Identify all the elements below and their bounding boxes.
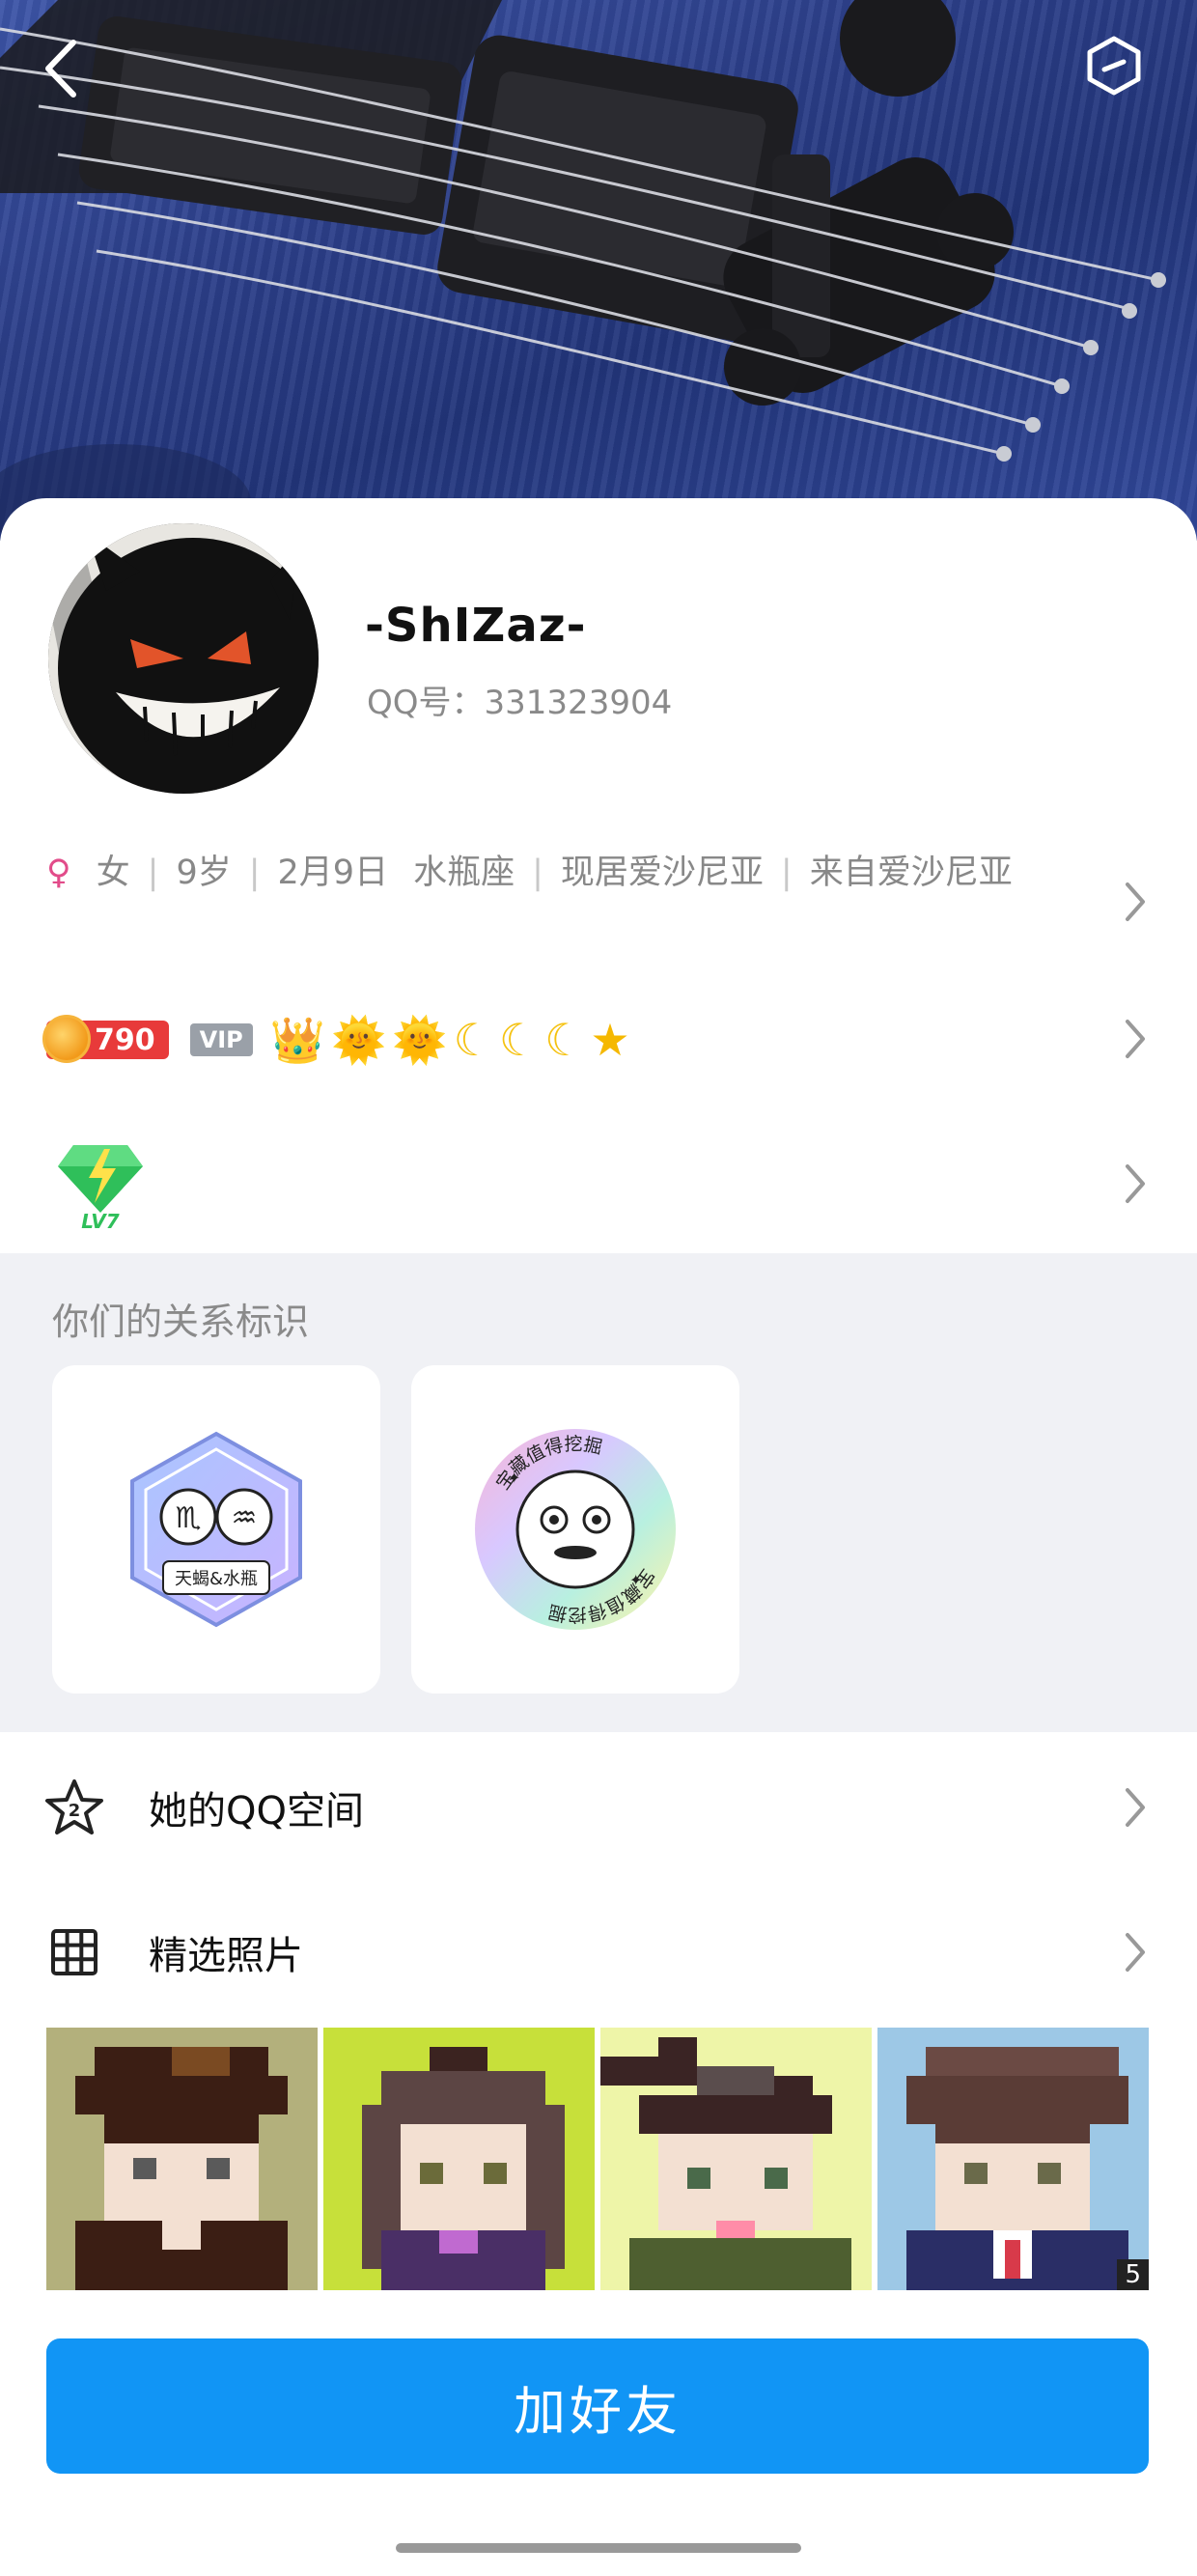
lv7-gem-badge[interactable]: LV7 xyxy=(54,1135,147,1233)
chevron-right-icon[interactable] xyxy=(1118,1010,1153,1068)
qq-number-row[interactable]: QQ号：331323904 xyxy=(367,676,672,723)
zodiac-scorpio-aquarius-badge: ♏ ♒ 天蝎&水瓶 xyxy=(130,1431,302,1628)
photo-thumbnail[interactable] xyxy=(600,2028,872,2290)
back-button[interactable] xyxy=(37,35,114,112)
crown-icon: 👑 xyxy=(269,1014,325,1066)
moon-icon: ☾ xyxy=(544,1014,585,1066)
grid-icon xyxy=(42,1920,106,1984)
coin-value: 790 xyxy=(95,1022,155,1057)
sun-icon: 🌞 xyxy=(331,1014,387,1066)
vip-badge: VIP xyxy=(189,1023,253,1056)
relation-title: 你们的关系标识 xyxy=(52,1301,310,1343)
divider: | xyxy=(147,854,159,892)
photo-thumbnail[interactable] xyxy=(46,2028,318,2290)
svg-text:2: 2 xyxy=(69,1801,81,1821)
cover-photo[interactable] xyxy=(0,0,1197,541)
featured-photos-row[interactable]: 精选照片 xyxy=(0,1894,1197,2010)
moon-icon: ☾ xyxy=(453,1014,493,1066)
svg-text:♒: ♒ xyxy=(232,1501,258,1535)
zodiac-text: 水瓶座 xyxy=(413,854,515,892)
divider: | xyxy=(248,854,261,892)
photo-thumbnail[interactable]: 5 xyxy=(877,2028,1149,2290)
badge-row[interactable]: 790 VIP 👑 🌞 🌞 ☾ ☾ ☾ ★ xyxy=(42,1006,630,1074)
photo-strip: 5 xyxy=(46,2028,1149,2290)
female-icon: ♀ xyxy=(46,854,71,892)
coin-badge: 790 xyxy=(42,1015,169,1063)
qzone-row[interactable]: 2 她的QQ空间 xyxy=(0,1750,1197,1865)
divider: | xyxy=(532,854,543,892)
qzone-label: 她的QQ空间 xyxy=(149,1789,364,1834)
avatar-image xyxy=(48,523,319,794)
chevron-right-icon[interactable] xyxy=(1118,873,1153,931)
lv-label: LV7 xyxy=(81,1210,119,1232)
birthday-text: 2月9日 xyxy=(277,854,389,892)
photo-thumbnail[interactable] xyxy=(323,2028,595,2290)
gender-text: 女 xyxy=(96,854,130,892)
profile-card: -ShIZaz- QQ号：331323904 ♀ 女 | 9岁 | 2月9日 水瓶座 | 现居爱… xyxy=(0,498,1197,2576)
svg-text:✦: ✦ xyxy=(508,1469,520,1487)
treasure-worth-digging-badge: 宝藏值得挖掘 宝藏值得挖掘 ✦ ✦ xyxy=(475,1429,676,1630)
sun-icon: 🌞 xyxy=(392,1014,448,1066)
divider: | xyxy=(780,854,793,892)
qq-level-icons: 👑 🌞 🌞 ☾ ☾ ☾ ★ xyxy=(270,1011,630,1069)
avatar[interactable] xyxy=(48,523,319,794)
guitar-illustration xyxy=(0,0,1166,541)
location-text: 现居爱沙尼亚 xyxy=(560,854,764,892)
photo-count-badge: 5 xyxy=(1117,2259,1149,2290)
featured-photos-label: 精选照片 xyxy=(149,1934,303,1978)
gem-icon: LV7 xyxy=(58,1145,143,1233)
qq-number-label: QQ号： xyxy=(367,684,485,722)
star-outline-icon: 2 xyxy=(42,1776,106,1839)
nickname: -ShIZaz- xyxy=(365,599,587,653)
age-text: 9岁 xyxy=(176,854,232,892)
add-friend-button[interactable]: 加好友 xyxy=(46,2338,1149,2474)
chevron-right-icon xyxy=(1118,1923,1153,1981)
qq-number: 331323904 xyxy=(484,684,673,722)
basic-info-row[interactable]: ♀ 女 | 9岁 | 2月9日 水瓶座 | 现居爱沙尼亚 | 来自爱沙尼亚 xyxy=(46,842,1070,904)
back-arrow-icon xyxy=(45,40,76,98)
shield-hexagon-icon xyxy=(1087,36,1141,96)
more-options-button[interactable] xyxy=(1083,35,1160,112)
coin-icon xyxy=(42,1015,91,1063)
profile-page: -ShIZaz- QQ号：331323904 ♀ 女 | 9岁 | 2月9日 水瓶座 | 现居爱… xyxy=(0,0,1197,2576)
star-icon: ★ xyxy=(590,1014,630,1066)
chevron-right-icon[interactable] xyxy=(1118,1155,1153,1213)
relation-section: 你们的关系标识 ♏ ♒ 天蝎&水瓶 宝藏值得挖掘 宝藏值得挖掘 ✦ ✦ xyxy=(0,1253,1197,1732)
svg-text:♏: ♏ xyxy=(176,1501,202,1535)
svg-text:天蝎&水瓶: 天蝎&水瓶 xyxy=(175,1569,258,1589)
home-indicator xyxy=(396,2543,801,2553)
svg-text:✦: ✦ xyxy=(629,1571,642,1589)
relation-card-treasure[interactable]: 宝藏值得挖掘 宝藏值得挖掘 ✦ ✦ xyxy=(411,1365,739,1694)
hometown-text: 来自爱沙尼亚 xyxy=(809,854,1013,892)
relation-card-zodiac[interactable]: ♏ ♒ 天蝎&水瓶 xyxy=(52,1365,380,1694)
moon-icon: ☾ xyxy=(498,1014,540,1066)
chevron-right-icon xyxy=(1118,1778,1153,1836)
